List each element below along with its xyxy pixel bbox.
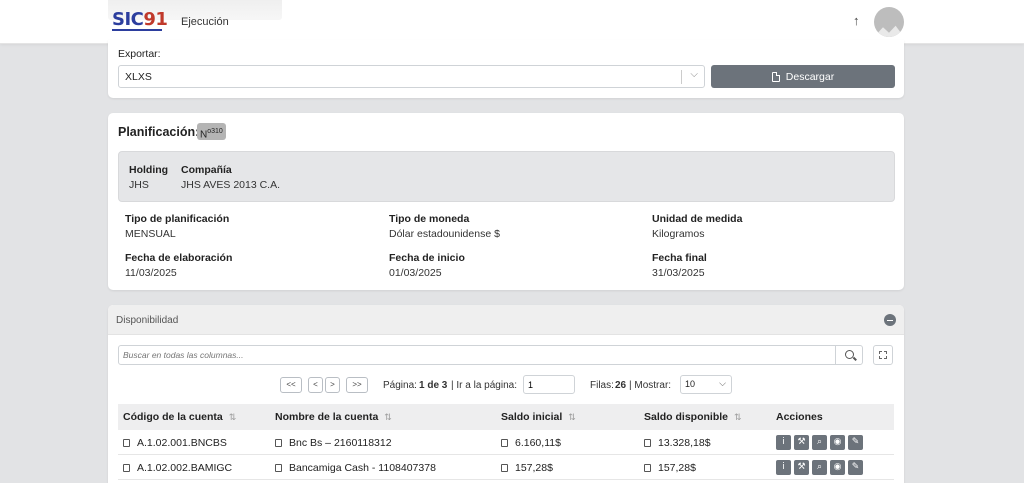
sort-icon: ⇅ <box>734 412 742 422</box>
arrow-up-icon[interactable]: ↑ <box>853 13 860 28</box>
page-size-select[interactable]: 10 ⌵ <box>680 375 732 394</box>
first-page-button[interactable]: << <box>280 377 302 393</box>
disponibilidad-header[interactable]: Disponibilidad <box>108 305 904 335</box>
page-value: 1 de 3 <box>419 380 448 391</box>
copy-icon[interactable] <box>123 464 130 472</box>
top-navbar: SIC91 Ejecución ↑ <box>0 0 1024 44</box>
cell-saldo-inicial: 157,28$ <box>501 462 553 474</box>
copy-icon[interactable] <box>275 464 282 472</box>
page-label: Página: <box>383 380 417 391</box>
unidad-medida-value: Kilogramos <box>652 228 705 240</box>
export-card: Exportar: XLXS ⌵ Descargar <box>108 40 904 98</box>
cell-saldo-disponible: 13.328,18$ <box>644 437 711 449</box>
export-format-value: XLXS <box>125 71 152 83</box>
column-header-nombre[interactable]: Nombre de la cuenta ⇅ <box>275 411 392 423</box>
edit-icon[interactable]: ✎ <box>848 460 863 475</box>
disponibilidad-card: Disponibilidad << < > >> Página: 1 de 3 … <box>108 305 904 483</box>
page-size-value: 10 <box>685 379 696 389</box>
compania-value: JHS AVES 2013 C.A. <box>181 179 281 191</box>
tipo-planificacion-value: MENSUAL <box>125 228 176 240</box>
goto-page-input[interactable] <box>523 375 575 394</box>
cell-codigo: A.1.02.001.BNCBS <box>123 437 227 449</box>
export-format-select[interactable]: XLXS ⌵ <box>118 65 705 88</box>
last-page-button[interactable]: >> <box>346 377 368 393</box>
planificacion-card: Planificación: No310 Holding JHS Compañí… <box>108 113 904 290</box>
compania-label: Compañía <box>181 164 232 176</box>
info-icon[interactable]: i <box>776 460 791 475</box>
fecha-inicio-value: 01/03/2025 <box>389 267 442 279</box>
cell-saldo-disponible: 157,28$ <box>644 462 696 474</box>
planificacion-number-badge: No310 <box>197 123 226 140</box>
file-icon <box>771 71 780 82</box>
document-search-icon[interactable]: ⌕ <box>812 460 827 475</box>
chevron-down-icon: ⌵ <box>690 69 698 80</box>
rows-value: 26 <box>615 380 627 391</box>
holding-box: Holding JHS Compañía JHS AVES 2013 C.A. <box>118 151 895 202</box>
expand-icon <box>879 351 882 354</box>
fecha-elaboracion-label: Fecha de elaboración <box>125 252 233 264</box>
select-divider <box>681 70 682 84</box>
logo-underline <box>112 29 162 31</box>
expand-icon-corner <box>884 356 887 359</box>
goto-label: | Ir a la página: <box>451 380 517 391</box>
fullscreen-button[interactable] <box>873 345 893 365</box>
column-header-saldo-disponible[interactable]: Saldo disponible ⇅ <box>644 411 742 423</box>
copy-icon[interactable] <box>644 464 651 472</box>
copy-icon[interactable] <box>644 439 651 447</box>
expand-icon-corner <box>884 351 887 354</box>
copy-icon[interactable] <box>123 439 130 447</box>
info-icon[interactable]: i <box>776 435 791 450</box>
search-button[interactable] <box>835 345 863 365</box>
search-icon <box>845 350 854 359</box>
document-search-icon[interactable]: ⌕ <box>812 435 827 450</box>
fecha-final-label: Fecha final <box>652 252 707 264</box>
planificacion-title: Planificación: <box>118 125 200 139</box>
column-header-acciones: Acciones <box>776 411 823 423</box>
disponibilidad-title: Disponibilidad <box>116 315 179 326</box>
cell-saldo-inicial: 6.160,11$ <box>501 437 561 449</box>
table-row: A.1.02.001.BNCBS Bnc Bs – 2160118312 6.1… <box>118 430 894 455</box>
search-input[interactable] <box>118 345 836 365</box>
app-logo[interactable]: SIC91 <box>112 9 168 30</box>
holding-value: JHS <box>129 179 149 191</box>
unidad-medida-label: Unidad de medida <box>652 213 743 225</box>
fecha-elaboracion-value: 11/03/2025 <box>125 267 177 279</box>
cell-codigo: A.1.02.002.BAMIGC <box>123 462 232 474</box>
sort-icon: ⇅ <box>568 412 576 422</box>
prev-page-button[interactable]: < <box>308 377 323 393</box>
eye-icon[interactable]: ◉ <box>830 460 845 475</box>
tools-icon[interactable]: ⚒ <box>794 435 809 450</box>
fecha-inicio-label: Fecha de inicio <box>389 252 465 264</box>
holding-label: Holding <box>129 164 169 176</box>
next-page-button[interactable]: > <box>325 377 340 393</box>
tipo-moneda-value: Dólar estadounidense $ <box>389 228 500 240</box>
cell-nombre: Bnc Bs – 2160118312 <box>275 437 392 449</box>
column-header-saldo-inicial[interactable]: Saldo inicial ⇅ <box>501 411 576 423</box>
sort-icon: ⇅ <box>228 412 237 422</box>
column-header-codigo[interactable]: Código de la cuenta ⇅ <box>123 411 236 423</box>
eye-icon[interactable]: ◉ <box>830 435 845 450</box>
sort-icon: ⇅ <box>384 412 392 422</box>
copy-icon[interactable] <box>275 439 282 447</box>
table-header: Código de la cuenta ⇅ Nombre de la cuenta… <box>118 404 894 430</box>
copy-icon[interactable] <box>501 439 508 447</box>
module-title[interactable]: Ejecución <box>181 16 229 28</box>
tipo-moneda-label: Tipo de moneda <box>389 213 470 225</box>
user-avatar[interactable] <box>874 7 904 37</box>
download-button[interactable]: Descargar <box>711 65 895 88</box>
show-label: | Mostrar: <box>629 380 672 391</box>
export-label: Exportar: <box>118 48 161 60</box>
fecha-final-value: 31/03/2025 <box>652 267 705 279</box>
edit-icon[interactable]: ✎ <box>848 435 863 450</box>
chevron-down-icon: ⌵ <box>719 378 726 388</box>
collapse-icon[interactable] <box>884 314 896 326</box>
tipo-planificacion-label: Tipo de planificación <box>125 213 230 225</box>
table-row: A.1.02.002.BAMIGC Bancamiga Cash - 11084… <box>118 455 894 480</box>
rows-label: Filas: <box>590 380 614 391</box>
download-button-label: Descargar <box>785 70 835 83</box>
cell-nombre: Bancamiga Cash - 1108407378 <box>275 462 436 474</box>
tools-icon[interactable]: ⚒ <box>794 460 809 475</box>
expand-icon-corner <box>879 356 882 359</box>
copy-icon[interactable] <box>501 464 508 472</box>
